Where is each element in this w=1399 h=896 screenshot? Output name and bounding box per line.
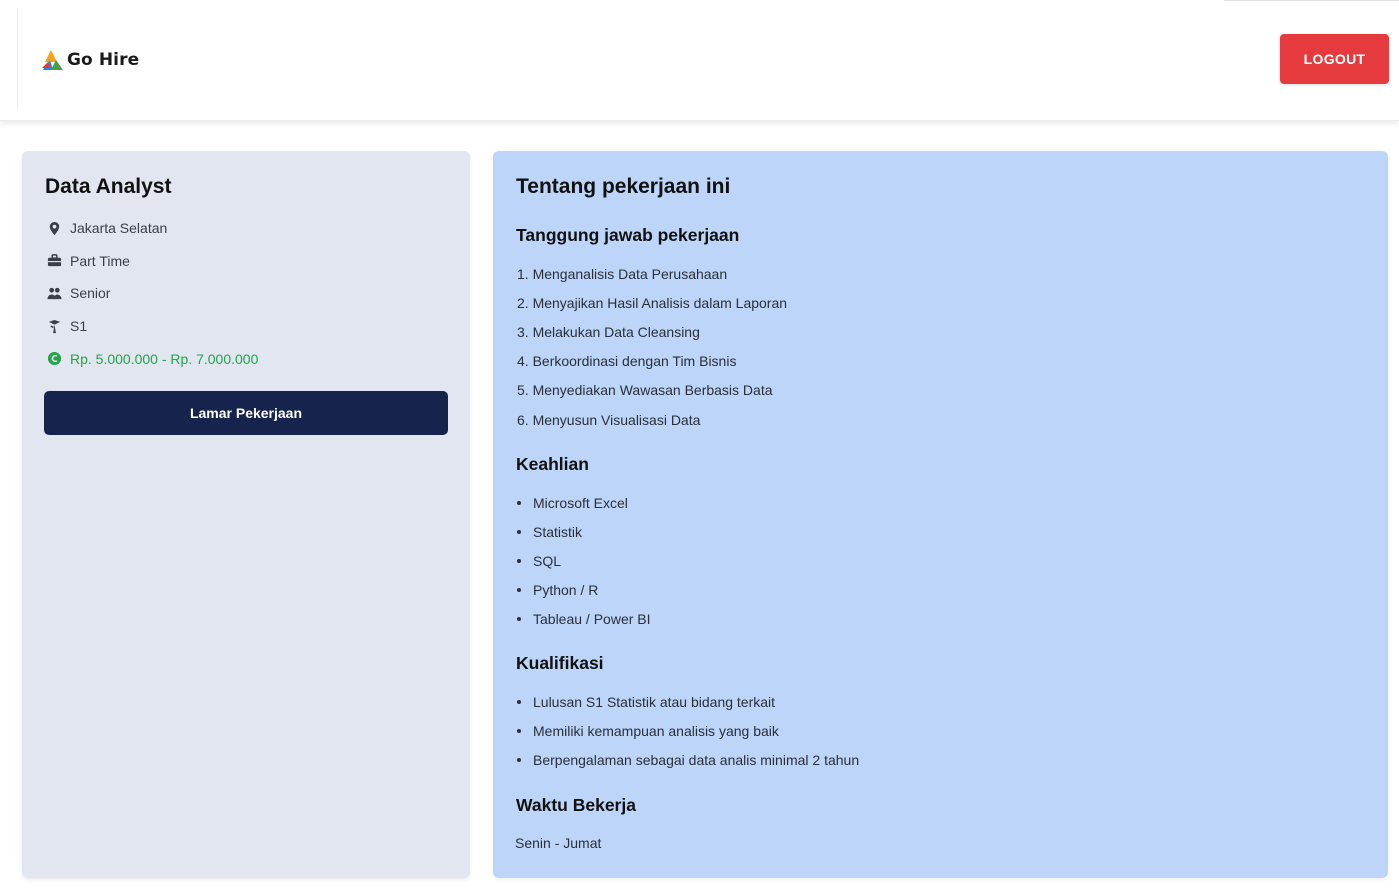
list-item: Statistik [517, 517, 651, 546]
bullet [517, 757, 521, 762]
list-item-text: Statistik [533, 523, 583, 540]
list-item: Berpengalaman sebagai data analis minima… [517, 745, 859, 774]
responsibilities-list: 1. Menganalisis Data Perusahaan 2. Menya… [517, 259, 787, 434]
education-icon [45, 317, 63, 335]
users-icon [45, 284, 63, 302]
job-salary-text: Rp. 5.000.000 - Rp. 7.000.000 [70, 350, 259, 367]
apply-job-button[interactable]: Lamar Pekerjaan [44, 391, 448, 435]
bullet [517, 500, 521, 505]
brand-name: Go Hire [67, 50, 140, 70]
briefcase-icon [45, 252, 63, 270]
list-item: 4. Berkoordinasi dengan Tim Bisnis [517, 353, 737, 370]
list-item: Lulusan S1 Statistik atau bidang terkait [517, 687, 859, 716]
list-item: SQL [517, 546, 651, 575]
location-pin-icon [45, 219, 63, 237]
bullet [517, 617, 521, 622]
money-icon [45, 350, 63, 368]
list-item: 3. Melakukan Data Cleansing [517, 323, 700, 340]
list-item-text: Berpengalaman sebagai data analis minima… [533, 751, 860, 768]
job-location-text: Jakarta Selatan [70, 220, 168, 236]
responsibilities-heading: Tanggung jawab pekerjaan [516, 225, 740, 245]
skills-list: Microsoft Excel Statistik SQL Python / R… [517, 488, 651, 634]
navbar-top-line [1224, 0, 1399, 1]
brand-logo-link[interactable]: Go Hire [40, 48, 139, 72]
list-item: 2. Menyajikan Hasil Analisis dalam Lapor… [517, 294, 788, 311]
list-item: Memiliki kemampuan analisis yang baik [517, 716, 859, 745]
bullet [517, 699, 521, 704]
bullet [517, 588, 521, 593]
list-item: Python / R [517, 576, 651, 605]
qualifications-list: Lulusan S1 Statistik atau bidang terkait… [517, 687, 859, 775]
list-item-text: Tableau / Power BI [533, 611, 651, 628]
job-title: Data Analyst [45, 175, 172, 198]
job-type: Part Time [45, 250, 258, 272]
job-education: S1 [45, 315, 258, 337]
list-item-text: Python / R [533, 582, 599, 599]
skills-heading: Keahlian [516, 454, 589, 474]
bullet [517, 728, 521, 733]
job-salary: Rp. 5.000.000 - Rp. 7.000.000 [45, 348, 258, 370]
go-hire-logo-icon [42, 50, 63, 70]
logout-button[interactable]: LOGOUT [1280, 34, 1389, 84]
qualifications-heading: Kualifikasi [516, 653, 604, 673]
about-job-title: Tentang pekerjaan ini [516, 175, 731, 198]
list-item: Microsoft Excel [517, 488, 651, 517]
job-education-text: S1 [70, 318, 88, 335]
bullet [517, 558, 521, 563]
job-type-text: Part Time [70, 252, 130, 269]
job-level: Senior [45, 282, 258, 304]
job-summary-card: Data Analyst Jakarta Selatan Part Time S… [22, 151, 470, 878]
working-hours-text: Senin - Jumat [515, 835, 602, 851]
list-item: 6. Menyusun Visualisasi Data [517, 411, 701, 428]
list-item-text: Microsoft Excel [533, 494, 628, 511]
list-item: 1. Menganalisis Data Perusahaan [517, 265, 728, 282]
bullet [517, 529, 521, 534]
list-item-text: SQL [533, 552, 562, 569]
list-item: 5. Menyediakan Wawasan Berbasis Data [517, 382, 773, 399]
list-item: Tableau / Power BI [517, 605, 651, 634]
working-hours-heading: Waktu Bekerja [516, 795, 636, 815]
top-navbar: Go Hire LOGOUT [0, 0, 1399, 121]
navbar-divider [17, 8, 18, 110]
list-item-text: Lulusan S1 Statistik atau bidang terkait [533, 693, 776, 710]
job-meta-list: Jakarta Selatan Part Time Senior S1 Rp. … [45, 217, 258, 380]
job-description-card: Tentang pekerjaan ini Tanggung jawab pek… [493, 151, 1388, 878]
job-location: Jakarta Selatan [45, 217, 258, 239]
list-item-text: Memiliki kemampuan analisis yang baik [533, 722, 779, 739]
job-level-text: Senior [70, 285, 111, 302]
